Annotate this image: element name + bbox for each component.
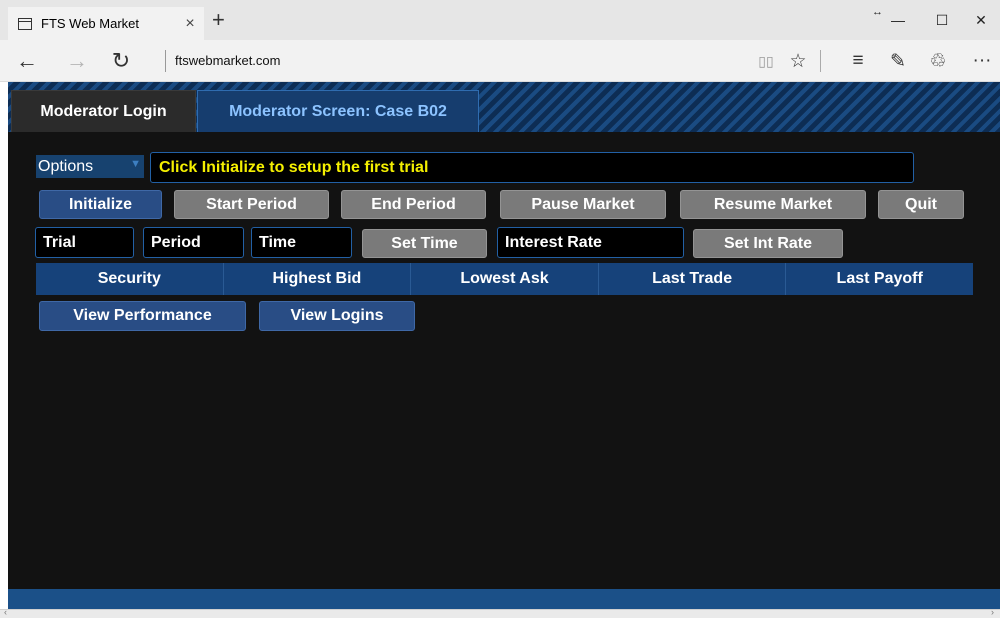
time-field[interactable] — [251, 227, 352, 258]
more-icon[interactable]: ··· — [968, 48, 996, 74]
trial-field[interactable] — [35, 227, 134, 258]
close-tab-icon[interactable]: × — [176, 15, 204, 33]
tab-moderator-screen[interactable]: Moderator Screen: Case B02 — [197, 90, 479, 132]
url-separator — [165, 50, 166, 72]
interest-rate-input[interactable] — [505, 233, 683, 252]
app-container: Moderator Login Moderator Screen: Case B… — [8, 82, 1000, 609]
app-footer-bar — [8, 589, 1000, 609]
new-tab-button[interactable]: + — [212, 9, 225, 31]
browser-tab-bar: FTS Web Market × + ↔ — ☐ ✕ — [0, 0, 1000, 40]
back-button[interactable]: ← — [12, 48, 42, 74]
minimize-button[interactable]: — — [878, 0, 918, 40]
quit-button[interactable]: Quit — [878, 190, 964, 219]
column-header-highest-bid: Highest Bid — [224, 263, 412, 295]
forward-button[interactable]: → — [62, 48, 92, 74]
interest-rate-field[interactable] — [497, 227, 684, 258]
trial-input[interactable] — [43, 233, 133, 252]
start-period-button[interactable]: Start Period — [174, 190, 329, 219]
url-field[interactable]: ftswebmarket.com — [175, 53, 280, 68]
horizontal-scrollbar[interactable]: ‹ › — [0, 607, 1000, 618]
status-message: Click Initialize to setup the first tria… — [150, 152, 914, 183]
hub-icon[interactable]: ≡ — [844, 48, 872, 74]
favorite-star-icon[interactable]: ☆ — [784, 48, 812, 74]
view-logins-button[interactable]: View Logins — [259, 301, 415, 331]
column-header-last-trade: Last Trade — [599, 263, 787, 295]
app-tab-strip: Moderator Login Moderator Screen: Case B… — [8, 82, 1000, 132]
resume-market-button[interactable]: Resume Market — [680, 190, 866, 219]
share-icon[interactable]: ♲ — [924, 48, 952, 74]
period-input[interactable] — [151, 233, 243, 252]
column-header-last-payoff: Last Payoff — [836, 270, 923, 287]
browser-tab[interactable]: FTS Web Market × — [8, 7, 204, 40]
column-header-lowest-ask: Lowest Ask — [411, 263, 599, 295]
set-int-rate-button[interactable]: Set Int Rate — [693, 229, 843, 258]
column-header-security: Security — [36, 263, 224, 295]
tab-moderator-login[interactable]: Moderator Login — [11, 90, 196, 132]
view-performance-button[interactable]: View Performance — [39, 301, 246, 331]
maximize-button[interactable]: ☐ — [922, 0, 962, 40]
set-time-button[interactable]: Set Time — [362, 229, 487, 258]
scroll-right-icon[interactable]: › — [991, 607, 994, 617]
close-window-button[interactable]: ✕ — [962, 0, 1000, 40]
scroll-left-icon[interactable]: ‹ — [4, 607, 7, 617]
address-bar: ← → ↻ ftswebmarket.com ▯▯ ☆ ≡ ✎ ♲ ··· — [0, 40, 1000, 82]
options-dropdown[interactable]: Options ▼ — [36, 155, 144, 178]
tab-title: FTS Web Market — [41, 16, 140, 31]
options-label: Options — [38, 157, 94, 175]
market-table-header: Security Highest Bid Lowest Ask Last Tra… — [36, 263, 973, 295]
end-period-button[interactable]: End Period — [341, 190, 486, 219]
pause-market-button[interactable]: Pause Market — [500, 190, 666, 219]
web-note-icon[interactable]: ✎ — [884, 48, 912, 74]
reading-view-icon[interactable]: ▯▯ — [752, 48, 780, 74]
initialize-button[interactable]: Initialize — [39, 190, 162, 219]
refresh-button[interactable]: ↻ — [106, 48, 136, 74]
toolbar-separator — [820, 50, 821, 72]
time-input[interactable] — [259, 233, 351, 252]
page-icon — [18, 17, 32, 30]
period-field[interactable] — [143, 227, 244, 258]
chevron-down-icon: ▼ — [130, 158, 141, 170]
